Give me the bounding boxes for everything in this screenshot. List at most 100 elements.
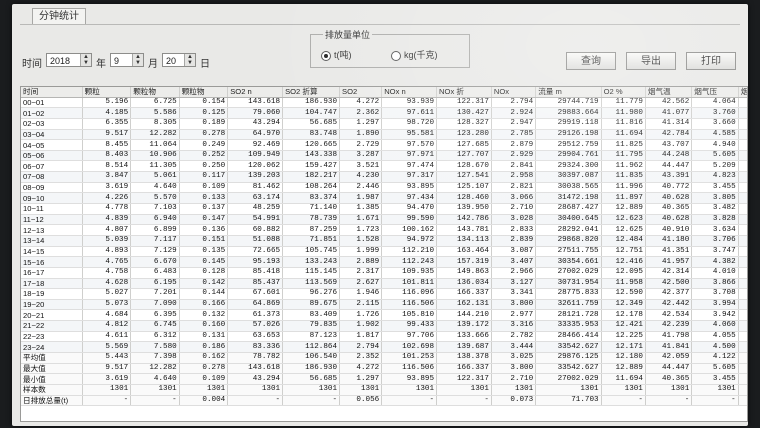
table-cell: 42.534: [645, 309, 693, 322]
query-button[interactable]: 查询: [566, 52, 616, 70]
table-row[interactable]: 08~09 3.619 4.640 0.109 81.462 108.264 2.446 93…: [21, 182, 747, 194]
unit-option-ton[interactable]: t(吨): [321, 48, 352, 61]
table-row[interactable]: 15~16 4.765 6.670 0.145 95.193 133.243 2.889 11…: [21, 256, 747, 268]
summary-row[interactable]: 最大值 9.517 12.282 0.278 143.618 186.930 4.272 11…: [21, 363, 747, 375]
spinner-arrows-icon[interactable]: ▲ ▼: [184, 54, 195, 66]
table-row[interactable]: 07~08 3.847 5.061 0.117 139.203 182.217 4.230 9…: [21, 171, 747, 183]
row-label-cell: 14~15: [21, 246, 83, 258]
column-header[interactable]: NOx: [491, 87, 537, 98]
table-cell: 28775.833: [535, 288, 602, 300]
column-header[interactable]: SO2 折算: [282, 87, 341, 98]
table-row[interactable]: 04~05 8.455 11.064 0.249 92.469 120.665 2.729 9…: [21, 139, 747, 151]
table-cell: 1.297: [339, 118, 383, 130]
column-header[interactable]: SO2 n: [227, 87, 284, 98]
table-cell: 33335.953: [535, 320, 602, 332]
column-header[interactable]: 时间: [21, 87, 83, 98]
table-row[interactable]: 20~21 4.684 6.395 0.132 61.373 83.409 1.726 105…: [21, 309, 747, 322]
column-header[interactable]: 颗粒物: [130, 87, 180, 98]
table-cell: 127.541: [436, 171, 492, 183]
table-row[interactable]: 03~04 9.517 12.282 0.278 64.970 83.748 1.890 95…: [21, 129, 747, 141]
day-spinner[interactable]: 20 ▲ ▼: [162, 53, 196, 67]
table-cell: 0.004: [179, 395, 229, 407]
tab-minute-stats[interactable]: 分钟统计: [32, 8, 86, 24]
table-row[interactable]: 00~01 5.196 6.725 0.154 143.618 186.930 4.272 9…: [21, 97, 747, 109]
table-row[interactable]: 06~07 8.514 11.305 0.250 120.062 159.427 3.521…: [21, 160, 747, 173]
summary-row[interactable]: 日排放总量(t)--0.004--0.056--0.07371.703----: [21, 395, 747, 407]
column-header[interactable]: 烟气温: [645, 87, 693, 98]
table-cell: 27002.029: [535, 373, 602, 385]
column-header[interactable]: NOx n: [381, 87, 438, 98]
table-cell: 27002.029: [535, 267, 602, 279]
table-row[interactable]: 01~02 4.185 5.586 0.125 79.060 104.747 2.362 97…: [21, 107, 747, 119]
summary-row[interactable]: 样本数 1301 1301 1301 1301 1301 1301 1301 1301 1301 1…: [21, 384, 747, 396]
table-cell: 42.562: [645, 97, 693, 109]
unit-option-kg[interactable]: kg(千克): [391, 48, 438, 61]
data-grid[interactable]: 时间 颗粒 颗粒物 颗粒物 SO2 n SO2 折算 SO2 NOx n NOx 折 NOx 流量 …: [20, 86, 748, 422]
table-row[interactable]: 18~19 5.027 7.201 0.144 67.601 96.276 1.946 116…: [21, 288, 747, 300]
table-row[interactable]: 23~24 5.569 7.580 0.186 83.336 112.864 2.794 10…: [21, 341, 747, 353]
table-cell: 5.586: [130, 107, 180, 119]
summary-row[interactable]: 平均值 5.443 7.398 0.162 78.782 106.540 2.352 101.…: [21, 352, 747, 364]
spinner-arrows-icon[interactable]: ▲ ▼: [80, 54, 91, 66]
spinner-arrows-icon[interactable]: ▲ ▼: [132, 54, 143, 66]
table-row[interactable]: 11~12 4.839 6.940 0.147 54.991 78.739 1.671 99.…: [21, 214, 747, 226]
table-row[interactable]: 17~18 4.628 6.195 0.142 85.437 113.569 2.627 10…: [21, 278, 747, 290]
table-cell: 0.136: [179, 224, 229, 236]
column-header[interactable]: SO2: [339, 87, 383, 98]
table-row[interactable]: 13~14 5.039 7.117 0.151 51.088 71.851 1.528 94.…: [21, 235, 747, 247]
table-cell: 139.687: [436, 341, 492, 353]
table-cell: 162.131: [436, 299, 492, 311]
table-cell: 1.726: [339, 309, 383, 322]
table-cell: -127: [738, 235, 747, 247]
table-cell: 3.805: [691, 192, 739, 205]
column-header[interactable]: 颗粒物: [179, 87, 229, 98]
print-button[interactable]: 打印: [686, 52, 736, 70]
table-cell: 40.772: [645, 182, 693, 194]
table-row[interactable]: 21~22 4.812 6.745 0.160 57.026 79.835 1.902 99.…: [21, 320, 747, 332]
table-cell: 42.059: [645, 352, 693, 364]
export-button[interactable]: 导出: [626, 52, 676, 70]
table-cell: 5.196: [82, 97, 132, 109]
table-cell: 28466.414: [535, 331, 602, 343]
table-cell: 1301: [339, 384, 383, 396]
column-header[interactable]: NOx 折: [436, 87, 492, 98]
table-cell: 102.698: [381, 341, 438, 353]
table-cell: 92.469: [227, 139, 284, 151]
table-cell: 1.297: [339, 373, 383, 385]
table-cell: 5.027: [82, 288, 132, 300]
table-cell: 5.209: [691, 160, 739, 173]
year-spinner[interactable]: 2018 ▲ ▼: [46, 53, 92, 67]
table-row[interactable]: 09~10 4.226 5.570 0.133 63.174 83.374 1.987 97.…: [21, 192, 747, 205]
table-cell: 0.160: [179, 320, 229, 332]
column-header[interactable]: O2 %: [601, 87, 646, 98]
table-row[interactable]: 19~20 5.073 7.090 0.166 64.869 89.675 2.115 116…: [21, 299, 747, 311]
table-row[interactable]: 16~17 4.758 6.483 0.128 85.418 115.145 2.317 10…: [21, 267, 747, 279]
row-label-cell: 16~17: [21, 267, 83, 279]
table-cell: 61.373: [227, 309, 284, 322]
table-row[interactable]: 02~03 6.355 8.305 0.189 43.294 56.685 1.297 98.…: [21, 118, 747, 130]
row-label-cell: 最大值: [21, 363, 83, 375]
table-cell: 0.186: [179, 341, 229, 353]
column-header[interactable]: 流量 m: [535, 87, 602, 98]
table-cell: 99.590: [381, 214, 438, 226]
row-label-cell: 11~12: [21, 214, 83, 226]
table-row[interactable]: 14~15 4.893 7.129 0.135 72.665 105.745 1.999 11…: [21, 246, 747, 258]
table-cell: 27511.755: [535, 246, 602, 258]
table-cell: 11.897: [601, 192, 646, 205]
stats-table: 时间 颗粒 颗粒物 颗粒物 SO2 n SO2 折算 SO2 NOx n NOx 折 NOx 流量 …: [21, 87, 747, 407]
column-header[interactable]: 烟气压: [691, 87, 739, 98]
table-row[interactable]: 22~23 4.611 6.312 0.131 63.653 87.123 1.817 97.…: [21, 331, 747, 343]
month-spinner[interactable]: 9 ▲ ▼: [110, 53, 144, 67]
time-label: 时间: [22, 59, 42, 70]
table-row[interactable]: 05~06 8.403 10.906 0.252 109.949 143.338 3.287…: [21, 150, 747, 162]
table-cell: 123.280: [436, 129, 492, 141]
column-header[interactable]: 颗粒: [82, 87, 132, 98]
table-cell: 127.707: [436, 150, 492, 162]
table-cell: 0.278: [179, 363, 229, 375]
table-row[interactable]: 10~11 4.778 7.103 0.137 48.259 71.140 1.385 94.…: [21, 203, 747, 215]
table-row[interactable]: 12~13 4.807 6.899 0.136 60.882 87.259 1.723 100…: [21, 224, 747, 236]
column-header[interactable]: 烟气湿: [738, 87, 747, 98]
table-cell: 1301: [691, 384, 739, 396]
summary-row[interactable]: 最小值 3.619 4.640 0.109 43.294 56.685 1.297 93.89…: [21, 373, 747, 385]
table-cell: 6.745: [130, 320, 180, 332]
